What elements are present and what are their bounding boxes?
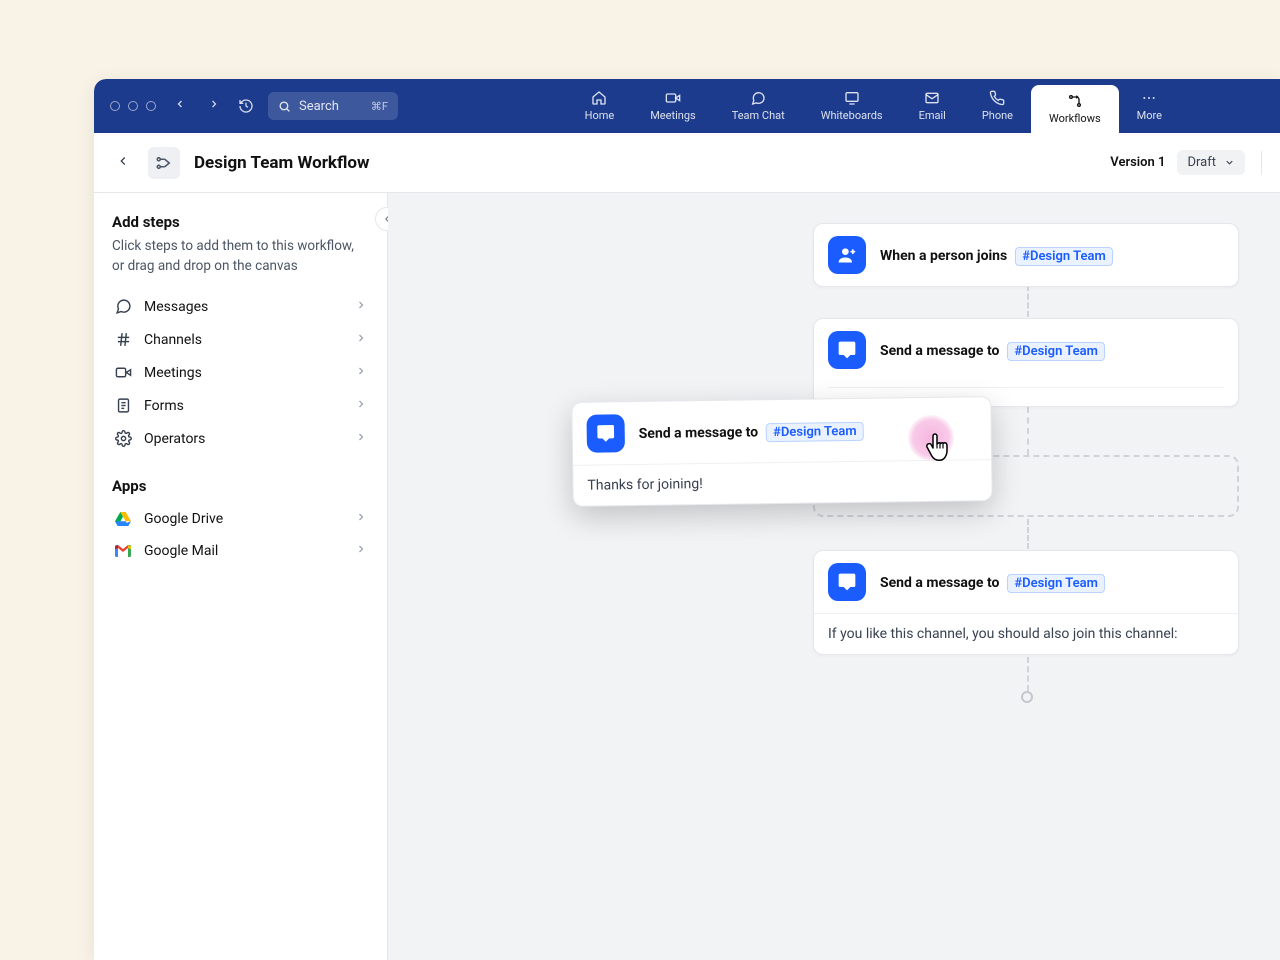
home-icon [591, 90, 607, 106]
search-input[interactable]: Search ⌘F [268, 92, 398, 120]
nav-more[interactable]: More [1119, 79, 1180, 133]
channel-chip[interactable]: #Design Team [1007, 342, 1105, 361]
chevron-right-icon [355, 511, 367, 527]
window-controls[interactable] [110, 101, 156, 111]
node-body: If you like this channel, you should als… [814, 613, 1238, 654]
message-icon [828, 331, 866, 369]
search-icon [278, 100, 291, 113]
version-label: Version 1 [1110, 155, 1165, 170]
channel-chip[interactable]: #Design Team [766, 421, 864, 441]
video-icon [114, 364, 132, 381]
chevron-down-icon [1224, 157, 1235, 168]
node-title: Send a message to [880, 575, 999, 591]
end-node[interactable] [1021, 691, 1033, 703]
step-channels[interactable]: Channels [112, 323, 369, 356]
message-icon [586, 414, 625, 453]
back-button[interactable] [112, 149, 134, 176]
nav-forward-button[interactable] [204, 94, 224, 118]
step-meetings[interactable]: Meetings [112, 356, 369, 389]
nav-email[interactable]: Email [901, 79, 964, 133]
search-placeholder: Search [299, 99, 339, 114]
chevron-right-icon [355, 365, 367, 381]
node-title: Send a message to [639, 424, 759, 442]
gear-icon [114, 430, 132, 447]
node-title: When a person joins [880, 248, 1007, 264]
sidebar-heading: Add steps [112, 213, 369, 231]
channel-chip[interactable]: #Design Team [1007, 574, 1105, 593]
message-icon [114, 298, 132, 315]
nav-home[interactable]: Home [567, 79, 633, 133]
history-button[interactable] [238, 98, 254, 114]
person-join-icon [828, 236, 866, 274]
channel-chip[interactable]: #Design Team [1015, 247, 1113, 266]
search-shortcut: ⌘F [371, 100, 388, 113]
workflow-badge-icon [148, 147, 180, 179]
nav-workflows[interactable]: Workflows [1031, 85, 1119, 133]
app-google-mail[interactable]: Google Mail [112, 535, 369, 567]
chevron-right-icon [355, 431, 367, 447]
topbar: Search ⌘F Home Meetings Team Chat Whiteb… [94, 79, 1280, 133]
mail-icon [924, 90, 940, 106]
subheader: Design Team Workflow Version 1 Draft [94, 133, 1280, 193]
google-drive-icon [114, 512, 132, 526]
workflow-icon [1067, 93, 1083, 109]
gmail-icon [114, 545, 132, 557]
phone-icon [989, 90, 1005, 106]
chat-icon [750, 90, 766, 106]
canvas[interactable]: When a person joins #Design Team Send a … [388, 193, 1280, 960]
chevron-right-icon [355, 332, 367, 348]
hash-icon [114, 331, 132, 348]
form-icon [114, 397, 132, 414]
step-forms[interactable]: Forms [112, 389, 369, 422]
sidebar-description: Click steps to add them to this workflow… [112, 237, 369, 276]
page-title: Design Team Workflow [194, 153, 370, 173]
workflow-node-trigger[interactable]: When a person joins #Design Team [813, 223, 1239, 287]
sidebar: Add steps Click steps to add them to thi… [94, 193, 388, 960]
app-window: Search ⌘F Home Meetings Team Chat Whiteb… [94, 79, 1280, 960]
apps-heading: Apps [112, 477, 369, 495]
nav-meetings[interactable]: Meetings [632, 79, 713, 133]
whiteboard-icon [844, 90, 860, 106]
status-label: Draft [1187, 155, 1216, 170]
nav-back-button[interactable] [170, 94, 190, 118]
status-dropdown[interactable]: Draft [1177, 150, 1245, 175]
step-messages[interactable]: Messages [112, 290, 369, 323]
step-operators[interactable]: Operators [112, 422, 369, 455]
chevron-right-icon [355, 543, 367, 559]
video-icon [665, 90, 681, 106]
pointer-cursor-icon [924, 431, 954, 470]
message-icon [828, 563, 866, 601]
workflow-node-send-message-1[interactable]: Send a message to #Design Team [813, 318, 1239, 407]
chevron-right-icon [355, 299, 367, 315]
node-title: Send a message to [880, 343, 999, 359]
nav-whiteboards[interactable]: Whiteboards [803, 79, 901, 133]
more-icon [1141, 90, 1157, 106]
app-google-drive[interactable]: Google Drive [112, 503, 369, 535]
nav-phone[interactable]: Phone [964, 79, 1031, 133]
nav-team-chat[interactable]: Team Chat [714, 79, 803, 133]
chevron-right-icon [355, 398, 367, 414]
workflow-node-send-message-2[interactable]: Send a message to #Design Team If you li… [813, 550, 1239, 655]
